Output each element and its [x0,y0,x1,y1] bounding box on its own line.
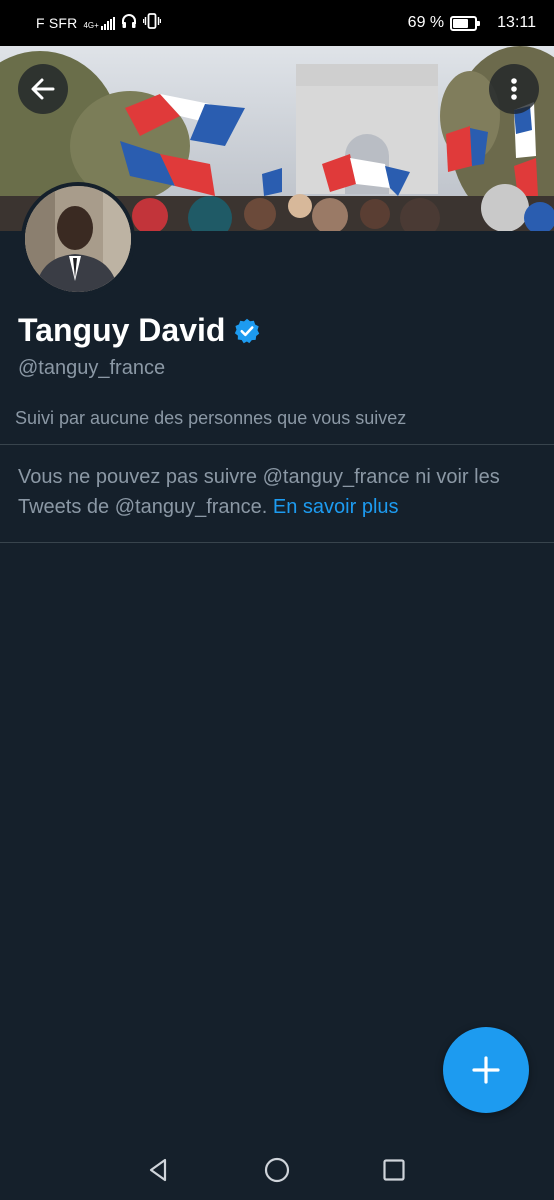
blocked-notice: Vous ne pouvez pas suivre @tanguy_france… [18,462,538,522]
profile-avatar[interactable] [21,182,135,296]
compose-tweet-button[interactable] [443,1027,529,1113]
divider-top [0,444,554,445]
clock: 13:11 [497,14,536,31]
status-bar: F SFR 4G+ 69 % 13:11 [0,0,554,46]
display-name: Tanguy David [18,312,226,348]
battery-icon [450,15,481,31]
battery-percent: 69 % [407,14,445,31]
nav-back-button[interactable] [140,1152,176,1188]
profile-name: Tanguy David [18,312,261,349]
status-bar-right: 69 % 13:11 [408,14,536,32]
verified-badge-icon [235,318,260,343]
avatar-image [25,186,131,292]
back-button[interactable] [18,64,68,114]
blocked-notice-text: Vous ne pouvez pas suivre @tanguy_france… [18,466,500,518]
profile-handle: @tanguy_france [18,357,166,379]
home-circle-icon [264,1157,290,1183]
more-vertical-icon [511,78,517,100]
plus-icon [472,1056,500,1084]
back-triangle-icon [149,1158,167,1182]
vibrate-icon [142,12,161,34]
arrow-left-icon [31,78,55,100]
recents-square-icon [383,1159,405,1181]
followed-by-text: Suivi par aucune des personnes que vous … [15,408,407,428]
network-type: 4G+ [83,20,99,30]
status-bar-left: F SFR 4G+ [36,12,161,34]
nav-recents-button[interactable] [376,1152,412,1188]
learn-more-link[interactable]: En savoir plus [273,496,399,518]
system-nav-bar [0,1140,554,1200]
nav-home-button[interactable] [259,1152,295,1188]
headphones-icon [121,13,137,34]
divider-bottom [0,542,554,543]
more-options-button[interactable] [489,64,539,114]
signal-icon: 4G+ [83,16,115,30]
carrier-label: F SFR [36,15,78,31]
